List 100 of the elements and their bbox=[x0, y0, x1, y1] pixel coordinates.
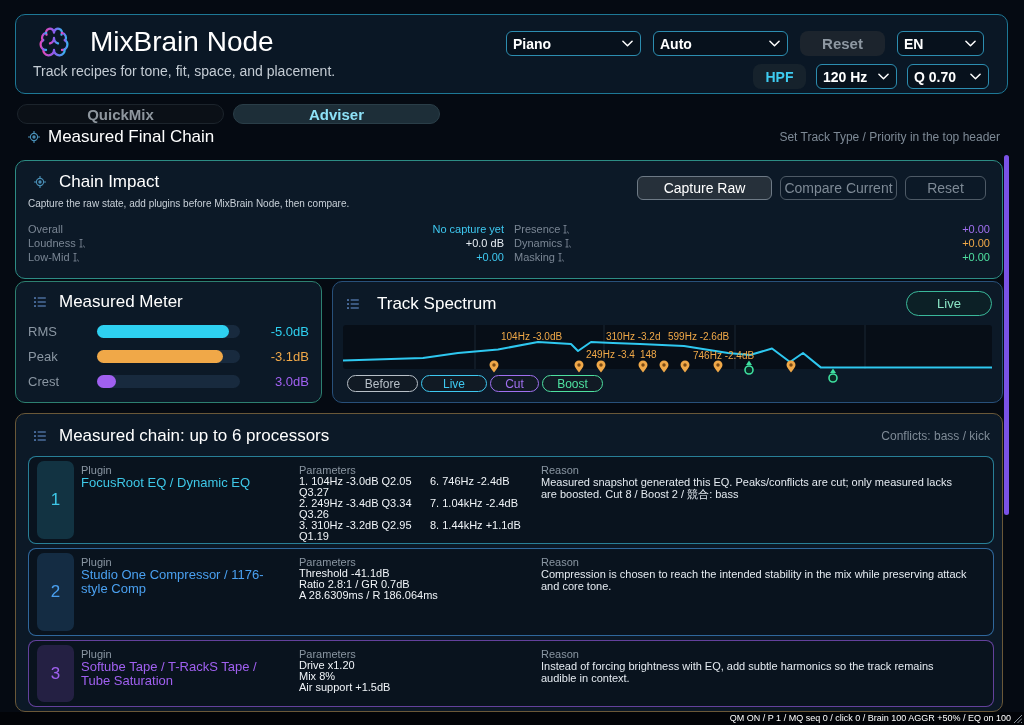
metric-value: +0.00 bbox=[962, 236, 990, 250]
scrollbar-thumb[interactable] bbox=[1004, 155, 1009, 515]
metric-value: +0.0 dB bbox=[465, 236, 504, 250]
marker-label: 310Hz -3.2d bbox=[606, 331, 661, 342]
pin-marker-icon[interactable] bbox=[680, 360, 690, 373]
step-number: 1 bbox=[37, 461, 74, 539]
metric-label: Overall bbox=[28, 222, 63, 236]
field-label: Reason bbox=[541, 464, 580, 476]
parameter-text: Air support +1.5dB bbox=[299, 682, 392, 693]
metric-label: Masking bbox=[514, 250, 555, 264]
plugin-name[interactable]: Softube Tape / T-RackS Tape / Tube Saturation bbox=[81, 660, 281, 688]
meter-reading: -5.0dB bbox=[269, 323, 309, 340]
metric-value: +0.00 bbox=[476, 250, 504, 264]
parameter-text: A 28.6309ms / R 186.064ms bbox=[299, 590, 439, 601]
plugin-name[interactable]: Studio One Compressor / 1176-style Comp bbox=[81, 568, 281, 596]
dropdown[interactable]: Auto bbox=[653, 31, 788, 56]
parameter-text: 2. 249Hz -3.4dB Q3.34 Q3.26 bbox=[299, 498, 413, 520]
parameter-text: Drive x1.20 bbox=[299, 660, 356, 671]
hpf-toggle[interactable]: HPF bbox=[753, 64, 806, 89]
resize-grip-icon[interactable] bbox=[1013, 714, 1022, 723]
pin-marker-icon[interactable] bbox=[659, 360, 669, 373]
marker-label: 148 bbox=[640, 349, 657, 360]
field-label: Plugin bbox=[81, 648, 113, 660]
meter-label: Peak bbox=[28, 348, 59, 365]
field-label: Reason bbox=[541, 556, 580, 568]
field-label: Plugin bbox=[81, 556, 113, 568]
field-label: Parameters bbox=[299, 464, 357, 476]
ring-marker-icon[interactable] bbox=[744, 360, 754, 375]
parameter-text: Mix 8% bbox=[299, 671, 337, 682]
step-number: 3 bbox=[37, 645, 74, 702]
field-label: Plugin bbox=[81, 464, 113, 476]
target-icon bbox=[28, 131, 40, 143]
meter-reading: -3.1dB bbox=[269, 348, 309, 365]
pin-marker-icon[interactable] bbox=[574, 360, 584, 373]
app-subtitle: Track recipes for tone, fit, space, and placement. bbox=[33, 62, 336, 80]
status-text: QM ON / P 1 / MQ seq 0 / click 0 / Brain 100 AGGR +50% / EQ on 100 bbox=[729, 712, 1011, 725]
metric-value: No capture yet bbox=[432, 222, 504, 236]
dropdown[interactable]: Q 0.70 bbox=[907, 64, 989, 89]
panel-title: Measured chain: up to 6 processors bbox=[59, 426, 330, 446]
parameter-text: 3. 310Hz -3.2dB Q2.95 Q1.19 bbox=[299, 520, 413, 542]
target-icon bbox=[34, 176, 46, 188]
chevron-down-icon bbox=[965, 40, 976, 47]
pin-marker-icon[interactable] bbox=[596, 360, 606, 373]
step-number: 2 bbox=[37, 553, 74, 631]
meter-label: RMS bbox=[28, 323, 58, 340]
meter-label: Crest bbox=[28, 373, 61, 390]
pin-marker-icon[interactable] bbox=[489, 360, 499, 373]
reason-text: Instead of forcing brightness with EQ, add subtle harmonics so the track remains audible in context. bbox=[541, 660, 935, 684]
metric-value: +0.00 bbox=[962, 222, 990, 236]
action-button[interactable]: Capture Raw bbox=[637, 176, 772, 200]
list-icon bbox=[34, 297, 46, 307]
tab[interactable]: QuickMix bbox=[17, 104, 224, 124]
field-label: Parameters bbox=[299, 648, 357, 660]
reset-button[interactable]: Reset bbox=[800, 31, 885, 56]
ring-marker-icon[interactable] bbox=[828, 368, 838, 383]
chevron-down-icon bbox=[878, 73, 889, 80]
pin-marker-icon[interactable] bbox=[713, 360, 723, 373]
marker-label: 249Hz -3.4 bbox=[586, 349, 635, 360]
legend-chip[interactable]: Before bbox=[347, 375, 418, 392]
panel-title: Track Spectrum bbox=[377, 293, 497, 314]
pin-marker-icon[interactable] bbox=[638, 360, 648, 373]
dropdown[interactable]: Piano bbox=[506, 31, 641, 56]
conflicts-text: Conflicts: bass / kick bbox=[881, 429, 990, 443]
parameter-text: Threshold -41.1dB bbox=[299, 568, 391, 579]
reason-text: Measured snapshot generated this EQ. Peaks/conflicts are cut; only measured lacks are boosted. Cut 8 / Boost 2 / 競合: bass bbox=[541, 476, 953, 500]
app-title: MixBrain Node bbox=[90, 25, 274, 59]
chevron-down-icon bbox=[769, 40, 780, 47]
legend-chip[interactable]: Boost bbox=[542, 375, 603, 392]
reason-text: Compression is chosen to reach the intended stability in the mix while preserving attack and core tone. bbox=[541, 568, 968, 592]
dropdown[interactable]: 120 Hz bbox=[816, 64, 897, 89]
panel-title: Chain Impact bbox=[59, 172, 160, 192]
marker-label: 104Hz -3.0dB bbox=[501, 331, 563, 342]
panel-title: Measured Meter bbox=[59, 292, 183, 312]
live-button[interactable]: Live bbox=[906, 291, 992, 316]
list-icon bbox=[347, 298, 359, 309]
list-icon bbox=[34, 431, 46, 441]
chevron-down-icon bbox=[970, 73, 981, 80]
parameter-text: 1. 104Hz -3.0dB Q2.05 Q3.27 bbox=[299, 476, 413, 498]
chevron-down-icon bbox=[622, 40, 633, 47]
field-label: Reason bbox=[541, 648, 580, 660]
metric-label: Loudness bbox=[28, 236, 76, 250]
dropdown[interactable]: EN bbox=[897, 31, 984, 56]
parameter-text: 7. 1.04kHz -2.4dB bbox=[430, 498, 520, 511]
metric-label: Presence bbox=[514, 222, 561, 236]
pin-marker-icon[interactable] bbox=[786, 360, 796, 373]
field-label: Parameters bbox=[299, 556, 357, 568]
parameter-text: 8. 1.44kHz +1.1dB bbox=[430, 520, 522, 533]
marker-label: 599Hz -2.6dB bbox=[668, 331, 730, 342]
section-title: Measured Final Chain bbox=[48, 128, 215, 146]
legend-chip[interactable]: Live bbox=[421, 375, 487, 392]
metric-label: Low-Mid bbox=[28, 250, 70, 264]
section-hint: Set Track Type / Priority in the top header bbox=[779, 130, 1000, 144]
meter-reading: 3.0dB bbox=[274, 373, 309, 390]
legend-chip[interactable]: Cut bbox=[490, 375, 539, 392]
plugin-name[interactable]: FocusRoot EQ / Dynamic EQ bbox=[81, 476, 281, 490]
metric-value: +0.00 bbox=[962, 250, 990, 264]
metric-label: Dynamics bbox=[514, 236, 563, 250]
parameter-text: 6. 746Hz -2.4dB bbox=[430, 476, 511, 489]
tab[interactable]: Adviser bbox=[233, 104, 440, 124]
brain-icon bbox=[38, 26, 70, 58]
